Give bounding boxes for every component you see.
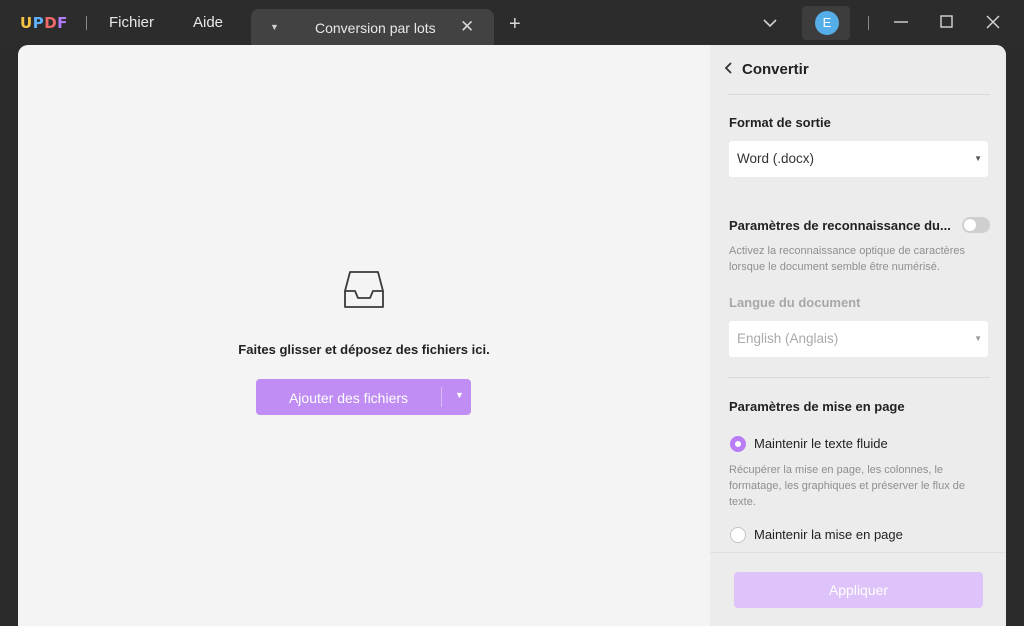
toggle-knob [964,219,976,231]
add-files-label: Ajouter des fichiers [288,390,409,406]
document-language-value: English (Anglais) [737,331,839,346]
radio-keep-layout[interactable] [730,527,746,543]
minimize-icon[interactable] [893,13,909,31]
ocr-description: Activez la reconnaissance optique de car… [729,245,966,273]
menu-fichier[interactable]: Fichier [109,14,154,31]
chevron-down-icon[interactable] [761,14,779,32]
select-arrow-icon: ▼ [974,334,982,343]
panel-footer: Appliquer [710,552,1006,626]
user-account-button[interactable]: E [802,6,850,40]
new-tab-icon[interactable]: + [509,14,521,34]
button-divider [441,387,442,407]
add-files-dropdown-icon[interactable]: ▼ [455,390,464,400]
maximize-icon[interactable] [939,13,955,31]
output-format-label: Format de sortie [729,115,831,130]
updf-logo[interactable]: UPDF [20,14,68,32]
panel-title: Convertir [742,61,809,78]
apply-button[interactable]: Appliquer [734,572,983,608]
add-files-button[interactable]: Ajouter des fichiers ▼ [256,379,471,415]
menu-aide[interactable]: Aide [193,14,223,31]
select-arrow-icon: ▼ [974,154,982,163]
divider [728,94,990,95]
tab-dropdown-icon[interactable]: ▼ [270,22,279,32]
radio-flowing-text[interactable] [730,436,746,452]
drop-instruction: Faites glisser et déposez des fichiers i… [238,342,490,357]
inbox-tray-icon [344,271,384,308]
window-separator [868,16,869,30]
radio-flowing-text-label[interactable]: Maintenir le texte fluide [754,436,888,451]
flowing-text-description: Récupérer la mise en page, les colonnes,… [729,464,966,508]
document-language-label: Langue du document [729,295,861,310]
convert-panel: Convertir Format de sortie Word (.docx) … [710,45,1006,626]
close-window-icon[interactable] [985,13,1001,31]
tab-label: Conversion par lots [315,20,436,36]
tab-conversion-par-lots[interactable]: ▼ Conversion par lots ✕ [251,9,494,46]
avatar: E [815,11,839,35]
output-format-value: Word (.docx) [737,151,815,166]
divider [728,377,990,378]
layout-settings-label: Paramètres de mise en page [729,399,905,414]
ocr-settings-label: Paramètres de reconnaissance du... [729,218,951,233]
radio-keep-layout-label[interactable]: Maintenir la mise en page [754,527,903,542]
main-content: Faites glisser et déposez des fichiers i… [18,45,1006,626]
title-bar: UPDF Fichier Aide ▼ Conversion par lots … [0,0,1024,46]
ocr-toggle[interactable] [962,217,990,233]
document-language-select[interactable]: English (Anglais) ▼ [729,321,988,357]
output-format-select[interactable]: Word (.docx) ▼ [729,141,988,177]
menu-separator [86,16,87,30]
tab-close-icon[interactable]: ✕ [460,17,474,37]
back-chevron-icon[interactable] [724,61,734,78]
panel-header: Convertir [724,61,809,78]
